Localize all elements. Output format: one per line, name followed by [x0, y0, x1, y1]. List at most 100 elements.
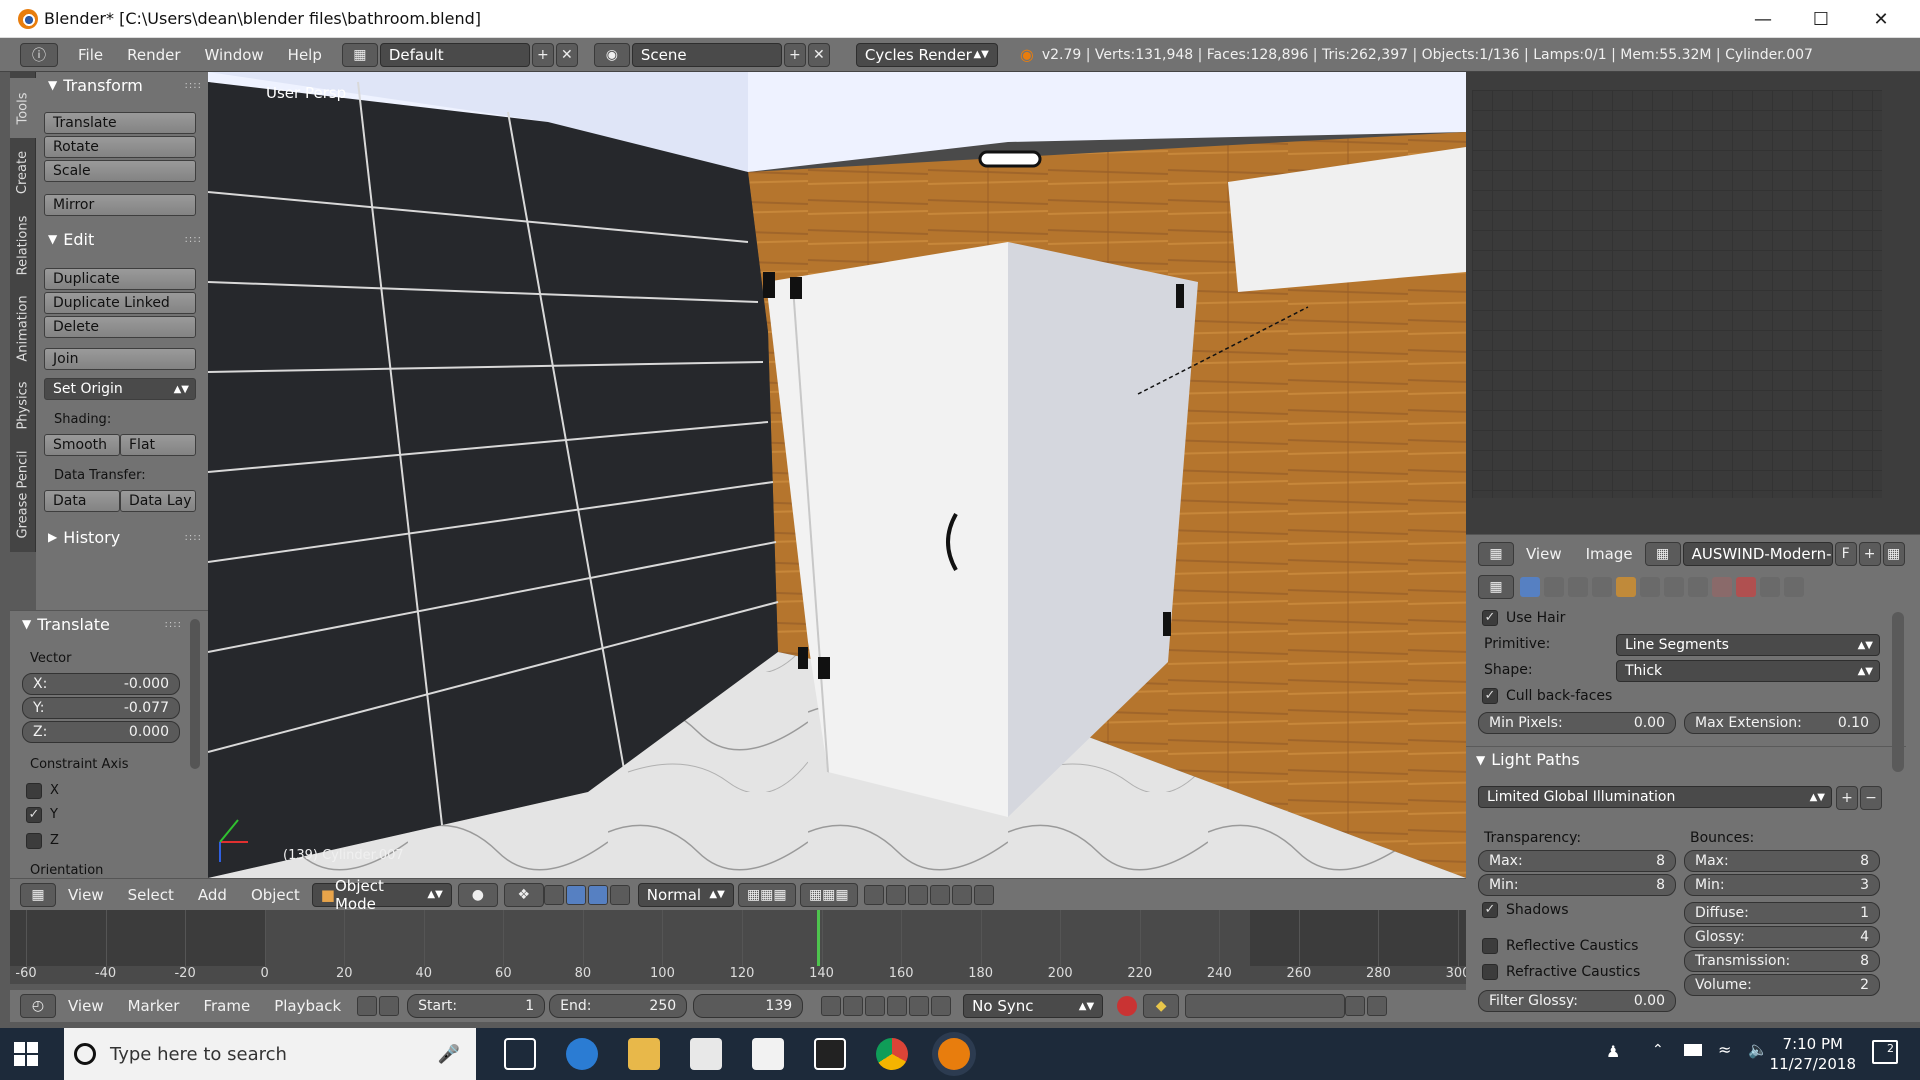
delete-button[interactable]: Delete: [44, 316, 196, 338]
menu-add[interactable]: Add: [186, 886, 239, 904]
history-panel-header[interactable]: ▶ History::::: [36, 524, 208, 550]
people-icon[interactable]: ♟: [1606, 1042, 1620, 1061]
system-clock[interactable]: 7:10 PM 11/27/2018: [1770, 1034, 1856, 1074]
add-layout-icon[interactable]: +: [531, 42, 554, 67]
particles-tab-icon[interactable]: [1760, 577, 1780, 597]
viewport-shading-icon[interactable]: ●: [457, 882, 498, 907]
menu-file[interactable]: File: [66, 46, 115, 64]
notifications-icon[interactable]: 2: [1872, 1040, 1898, 1064]
volume-bounces-field[interactable]: Volume: 2: [1684, 974, 1880, 996]
render-layers-tab-icon[interactable]: [1544, 577, 1564, 597]
image-menu-view[interactable]: View: [1514, 545, 1574, 563]
snap-icon[interactable]: [907, 884, 928, 905]
editor-type-icon[interactable]: ▦: [20, 882, 56, 907]
close-icon[interactable]: ✕: [1852, 0, 1910, 38]
primitive-dropdown[interactable]: Line Segments ▲▼: [1616, 634, 1880, 656]
tab-physics[interactable]: Physics: [10, 372, 36, 438]
microphone-icon[interactable]: 🎤: [438, 1044, 460, 1065]
smooth-button[interactable]: Smooth: [44, 434, 120, 456]
refractive-caustics-checkbox[interactable]: [1482, 964, 1498, 980]
constraint-x-checkbox[interactable]: [26, 783, 42, 799]
duplicate-button[interactable]: Duplicate: [44, 268, 196, 290]
duplicate-linked-button[interactable]: Duplicate Linked: [44, 292, 196, 314]
snap-element-icon[interactable]: [929, 884, 950, 905]
add-preset-icon[interactable]: +: [1836, 786, 1858, 810]
cull-backfaces-checkbox[interactable]: ✓: [1482, 688, 1498, 704]
menu-object[interactable]: Object: [239, 886, 312, 904]
image-menu-image[interactable]: Image: [1574, 545, 1645, 563]
shadows-checkbox[interactable]: ✓: [1482, 902, 1498, 918]
filter-glossy-field[interactable]: Filter Glossy: 0.00: [1478, 990, 1676, 1012]
store-icon[interactable]: [690, 1038, 722, 1070]
add-scene-icon[interactable]: +: [783, 42, 806, 67]
operator-panel-header[interactable]: ▼ Translate::::: [10, 611, 188, 637]
opengl-anim-icon[interactable]: [973, 884, 994, 905]
timeline-menu-frame[interactable]: Frame: [191, 997, 262, 1015]
keying-set-icon[interactable]: ◆: [1143, 994, 1180, 1018]
layout-field[interactable]: Default: [379, 42, 530, 67]
edit-panel-header[interactable]: ▼ Edit::::: [36, 226, 208, 252]
timeline-menu-view[interactable]: View: [56, 997, 116, 1015]
insert-keyframe-icon[interactable]: [1345, 996, 1366, 1016]
fake-user-button[interactable]: F: [1834, 541, 1857, 566]
material-tab-icon[interactable]: [1712, 577, 1732, 597]
preview-range-icon[interactable]: [357, 996, 378, 1016]
scene-tab-icon[interactable]: [1568, 577, 1588, 597]
modifiers-tab-icon[interactable]: [1664, 577, 1684, 597]
new-image-icon[interactable]: +: [1858, 541, 1881, 566]
delete-keyframe-icon[interactable]: [1367, 996, 1388, 1016]
use-hair-checkbox[interactable]: ✓: [1482, 610, 1498, 626]
image-name-field[interactable]: AUSWIND-Modern-...: [1682, 541, 1833, 566]
translate-manipulator-icon[interactable]: [565, 884, 586, 905]
physics-tab-icon[interactable]: [1784, 577, 1804, 597]
rotate-manipulator-icon[interactable]: [587, 884, 608, 905]
lock-time-icon[interactable]: [379, 996, 400, 1016]
constraints-tab-icon[interactable]: [1640, 577, 1660, 597]
movies-icon[interactable]: [814, 1038, 846, 1070]
jump-start-icon[interactable]: [821, 996, 842, 1016]
reflective-caustics-checkbox[interactable]: [1482, 938, 1498, 954]
menu-select[interactable]: Select: [116, 886, 186, 904]
mail-icon[interactable]: [752, 1038, 784, 1070]
minimize-icon[interactable]: —: [1734, 0, 1792, 38]
min-pixels-field[interactable]: Min Pixels: 0.00: [1478, 712, 1676, 734]
start-frame-field[interactable]: Start: 1: [407, 994, 546, 1018]
transparency-max-field[interactable]: Max: 8: [1478, 850, 1676, 872]
pivot-point-icon[interactable]: ❖: [503, 882, 544, 907]
transmission-bounces-field[interactable]: Transmission: 8: [1684, 950, 1880, 972]
tab-relations[interactable]: Relations: [10, 206, 36, 284]
lock-layers-icon[interactable]: [863, 884, 884, 905]
menu-render[interactable]: Render: [115, 46, 192, 64]
open-image-icon[interactable]: ▦: [1882, 541, 1905, 566]
transform-orientation-dropdown[interactable]: Normal ▲▼: [637, 882, 734, 907]
glossy-bounces-field[interactable]: Glossy: 4: [1684, 926, 1880, 948]
jump-end-icon[interactable]: [931, 996, 952, 1016]
menu-window[interactable]: Window: [193, 46, 276, 64]
end-frame-field[interactable]: End: 250: [549, 994, 688, 1018]
jump-keyframe-back-icon[interactable]: [843, 996, 864, 1016]
image-editor[interactable]: [1466, 72, 1920, 534]
timeline-menu-marker[interactable]: Marker: [116, 997, 192, 1015]
record-icon[interactable]: [1117, 996, 1138, 1016]
scene-field[interactable]: Scene: [631, 42, 782, 67]
object-tab-icon[interactable]: [1616, 577, 1636, 597]
play-icon[interactable]: [887, 996, 908, 1016]
opengl-render-icon[interactable]: [951, 884, 972, 905]
chrome-icon[interactable]: [876, 1038, 908, 1070]
menu-help[interactable]: Help: [276, 46, 334, 64]
vector-z-field[interactable]: Z: 0.000: [22, 721, 180, 743]
constraint-z-checkbox[interactable]: [26, 833, 42, 849]
manipulator-icon[interactable]: [543, 884, 564, 905]
play-reverse-icon[interactable]: [865, 996, 886, 1016]
rotate-button[interactable]: Rotate: [44, 136, 196, 158]
maximize-icon[interactable]: ☐: [1792, 0, 1850, 38]
world-tab-icon[interactable]: [1592, 577, 1612, 597]
menu-view[interactable]: View: [56, 886, 116, 904]
screen-layout-icon[interactable]: ▦: [341, 42, 378, 67]
translate-button[interactable]: Translate: [44, 112, 196, 134]
light-paths-header[interactable]: ▼ Light Paths: [1466, 746, 1906, 772]
battery-icon[interactable]: [1684, 1044, 1702, 1056]
constraint-y-checkbox[interactable]: ✓: [26, 807, 42, 823]
operator-scrollbar[interactable]: [190, 619, 200, 769]
data-button[interactable]: Data: [44, 490, 120, 512]
